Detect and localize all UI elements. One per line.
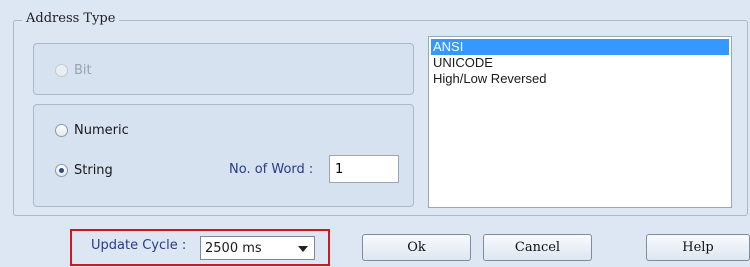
- bit-radio[interactable]: Bit: [55, 63, 92, 78]
- update-cycle-value: 2500 ms: [205, 240, 262, 256]
- no-of-word-input[interactable]: [329, 155, 399, 183]
- ok-button[interactable]: Ok: [362, 234, 471, 261]
- list-item-ansi[interactable]: ANSI: [431, 39, 729, 55]
- bit-radio-label: Bit: [74, 63, 92, 78]
- no-of-word-label: No. of Word :: [229, 162, 314, 177]
- numeric-radio-label: Numeric: [74, 123, 129, 138]
- chevron-down-icon: [298, 246, 308, 252]
- radio-checked-icon: [55, 164, 68, 177]
- list-item-high-low-reversed[interactable]: High/Low Reversed: [431, 71, 729, 87]
- update-cycle-select[interactable]: 2500 ms: [200, 236, 315, 260]
- cancel-button[interactable]: Cancel: [483, 234, 592, 261]
- update-cycle-label: Update Cycle :: [91, 238, 187, 253]
- string-radio-label: String: [74, 163, 113, 178]
- radio-circle-icon: [55, 64, 68, 77]
- string-radio[interactable]: String: [55, 163, 113, 178]
- list-item-unicode[interactable]: UNICODE: [431, 55, 729, 71]
- numeric-radio[interactable]: Numeric: [55, 123, 129, 138]
- radio-circle-icon: [55, 124, 68, 137]
- help-button[interactable]: Help: [646, 234, 750, 261]
- address-type-title: Address Type: [22, 11, 120, 26]
- encoding-listbox[interactable]: ANSI UNICODE High/Low Reversed: [428, 36, 732, 208]
